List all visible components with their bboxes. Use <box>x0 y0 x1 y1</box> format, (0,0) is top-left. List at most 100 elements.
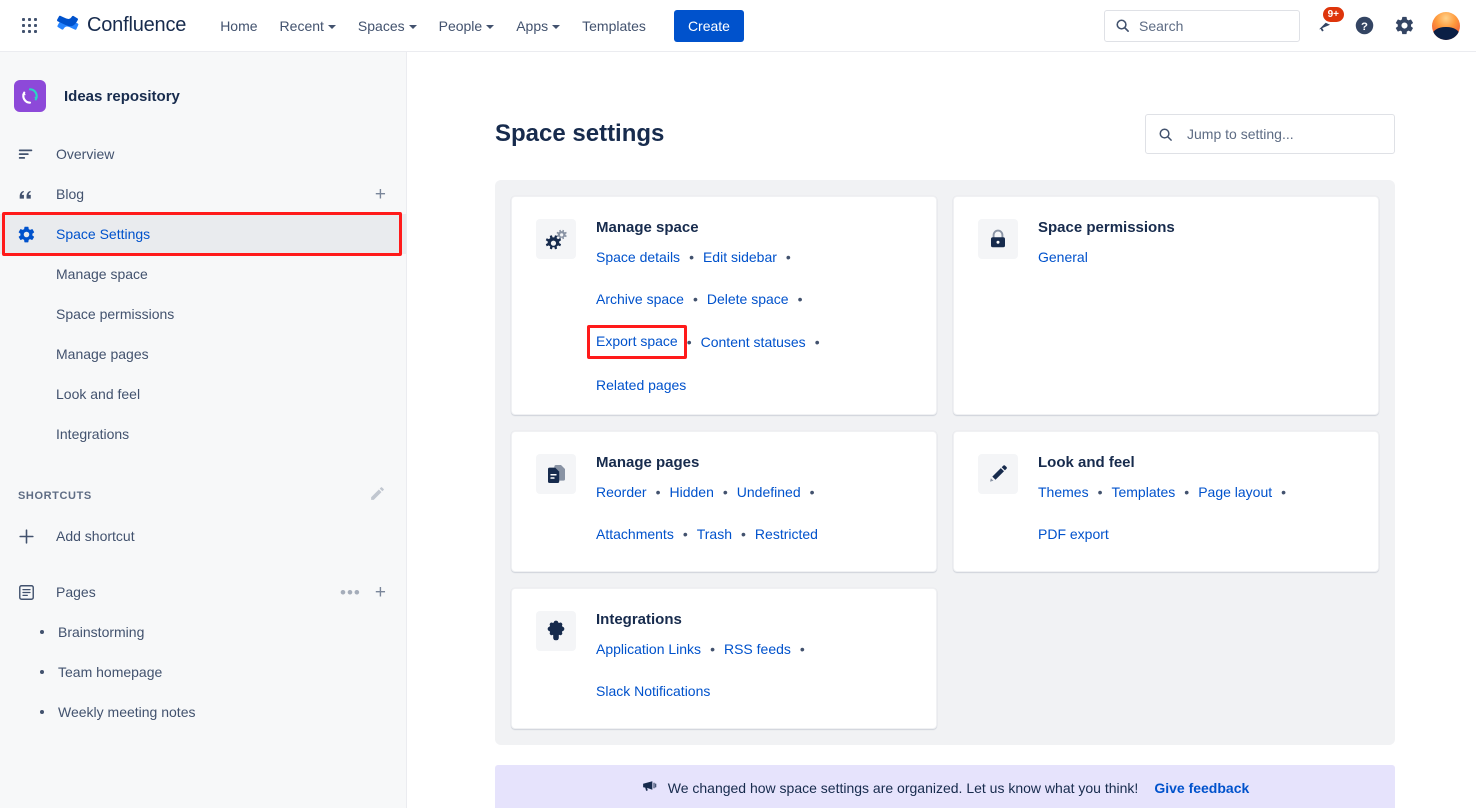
link-reorder[interactable]: Reorder <box>596 485 647 499</box>
nav-spaces[interactable]: Spaces <box>348 12 427 40</box>
chevron-down-icon <box>552 24 561 29</box>
sidebar-subitem-look-and-feel[interactable]: Look and feel <box>0 374 406 414</box>
link-export-space[interactable]: Export space <box>596 333 678 349</box>
link-hidden[interactable]: Hidden <box>670 485 714 499</box>
notifications-button[interactable]: 9+ <box>1308 6 1344 42</box>
space-sidebar: Ideas repository Overview Blog + Space S… <box>0 52 407 808</box>
nav-spaces-label: Spaces <box>357 17 405 34</box>
sidebar-subitem-manage-space-label: Manage space <box>56 266 148 282</box>
sidebar-subitem-manage-space[interactable]: Manage space <box>0 254 406 294</box>
card-look-and-feel-body: Look and feel Themes • Templates • Page … <box>1038 454 1356 549</box>
sidebar-add-shortcut[interactable]: Add shortcut <box>0 516 406 556</box>
global-search[interactable] <box>1104 9 1300 42</box>
more-dots-icon[interactable]: ••• <box>340 584 361 601</box>
space-header[interactable]: Ideas repository <box>0 74 406 118</box>
settings-button[interactable] <box>1388 10 1420 42</box>
user-avatar[interactable] <box>1432 11 1460 40</box>
card-manage-pages-links: Reorder • Hidden • Undefined • Attachmen… <box>596 485 914 541</box>
nav-templates-label: Templates <box>582 17 646 34</box>
page-body: Ideas repository Overview Blog + Space S… <box>0 52 1476 808</box>
give-feedback-link[interactable]: Give feedback <box>1154 780 1249 796</box>
link-separator: • <box>710 641 715 657</box>
primary-nav-items: Home Recent Spaces People Apps Templates… <box>210 9 744 42</box>
sidebar-page-team-homepage[interactable]: Team homepage <box>0 652 406 692</box>
link-trash[interactable]: Trash <box>697 527 732 541</box>
link-separator: • <box>682 526 688 542</box>
jump-to-setting-input[interactable] <box>1187 126 1377 142</box>
link-related-pages[interactable]: Related pages <box>596 378 686 392</box>
top-nav-right-cluster: 9+ ? <box>1104 6 1460 42</box>
link-templates[interactable]: Templates <box>1111 485 1175 499</box>
nav-home[interactable]: Home <box>210 12 267 40</box>
puzzle-icon <box>536 611 576 651</box>
search-icon <box>1116 19 1129 32</box>
link-archive-space[interactable]: Archive space <box>596 292 684 306</box>
brand-name: Confluence <box>87 14 187 36</box>
nav-recent-label: Recent <box>279 17 324 34</box>
card-manage-pages: Manage pages Reorder • Hidden • Undefine… <box>511 431 937 572</box>
sidebar-item-space-settings[interactable]: Space Settings <box>0 214 406 254</box>
lock-icon <box>978 219 1018 259</box>
link-separator: • <box>1184 484 1190 500</box>
link-page-layout[interactable]: Page layout <box>1198 485 1272 499</box>
nav-apps-label: Apps <box>516 17 549 34</box>
sidebar-subitem-manage-pages[interactable]: Manage pages <box>0 334 406 374</box>
pencil-icon[interactable] <box>369 487 386 506</box>
nav-apps[interactable]: Apps <box>506 12 570 40</box>
shortcuts-section-header: SHORTCUTS <box>0 476 406 516</box>
nav-templates[interactable]: Templates <box>572 12 656 40</box>
settings-cards-panel: Manage space Space details • Edit sideba… <box>495 180 1395 745</box>
link-undefined[interactable]: Undefined <box>737 485 801 499</box>
add-blog-post-icon[interactable]: + <box>375 185 386 204</box>
link-slack-notifications[interactable]: Slack Notifications <box>596 684 710 698</box>
card-space-permissions: Space permissions General <box>953 196 1379 415</box>
page-header: Space settings <box>495 114 1395 154</box>
nav-people[interactable]: People <box>429 12 505 40</box>
link-general[interactable]: General <box>1038 250 1088 264</box>
link-application-links[interactable]: Application Links <box>596 642 701 656</box>
link-delete-space[interactable]: Delete space <box>707 292 789 306</box>
create-button[interactable]: Create <box>673 9 744 42</box>
sidebar-item-pages[interactable]: Pages ••• + <box>0 572 406 612</box>
sidebar-page-weekly-meeting-notes[interactable]: Weekly meeting notes <box>0 692 406 732</box>
link-restricted[interactable]: Restricted <box>755 527 818 541</box>
pencil-icon <box>978 454 1018 494</box>
sidebar-page-team-homepage-label: Team homepage <box>58 664 163 680</box>
card-manage-space-links: Space details • Edit sidebar • Archive s… <box>587 250 914 392</box>
card-space-permissions-links: General <box>1038 250 1356 264</box>
link-export-space-wrapper: Export space <box>587 325 687 359</box>
sidebar-subitem-integrations[interactable]: Integrations <box>0 414 406 454</box>
confluence-home-link[interactable]: Confluence <box>56 13 186 39</box>
chevron-down-icon <box>408 24 417 29</box>
link-edit-sidebar[interactable]: Edit sidebar <box>703 250 777 264</box>
card-integrations: Integrations Application Links • RSS fee… <box>511 588 937 729</box>
sidebar-item-blog[interactable]: Blog + <box>0 174 406 214</box>
sidebar-add-shortcut-label: Add shortcut <box>56 528 135 544</box>
jump-to-setting-search[interactable] <box>1145 114 1395 154</box>
sidebar-subitem-integrations-label: Integrations <box>56 426 130 442</box>
sidebar-subitem-space-permissions[interactable]: Space permissions <box>0 294 406 334</box>
card-space-permissions-body: Space permissions General <box>1038 219 1356 392</box>
link-content-statuses[interactable]: Content statuses <box>701 335 806 349</box>
link-rss-feeds[interactable]: RSS feeds <box>724 642 791 656</box>
link-separator: • <box>1097 484 1103 500</box>
card-space-permissions-title: Space permissions <box>1038 219 1175 236</box>
card-manage-pages-body: Manage pages Reorder • Hidden • Undefine… <box>596 454 914 549</box>
search-input[interactable] <box>1139 17 1289 34</box>
sidebar-page-brainstorming[interactable]: Brainstorming <box>0 612 406 652</box>
link-space-details[interactable]: Space details <box>596 250 680 264</box>
grid-apps-icon[interactable] <box>18 14 42 38</box>
add-page-icon[interactable]: + <box>375 583 386 602</box>
link-pdf-export[interactable]: PDF export <box>1038 527 1109 541</box>
link-attachments[interactable]: Attachments <box>596 527 674 541</box>
sidebar-item-overview[interactable]: Overview <box>0 134 406 174</box>
card-look-and-feel: Look and feel Themes • Templates • Page … <box>953 431 1379 572</box>
card-look-and-feel-links: Themes • Templates • Page layout • PDF e… <box>1038 485 1356 541</box>
link-themes[interactable]: Themes <box>1038 485 1089 499</box>
nav-recent[interactable]: Recent <box>270 12 346 40</box>
feedback-banner: We changed how space settings are organi… <box>495 765 1395 808</box>
bullet-icon <box>40 710 44 714</box>
gear-icon <box>1395 16 1413 35</box>
help-button[interactable]: ? <box>1348 10 1380 42</box>
search-icon <box>1159 128 1172 141</box>
